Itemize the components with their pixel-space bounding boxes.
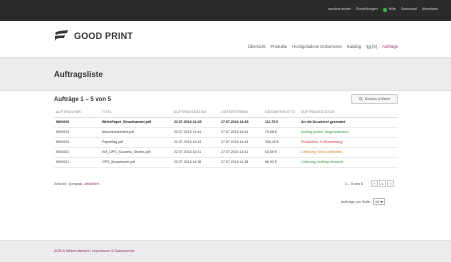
order-status: Lieferung: Wird vorbereitet	[299, 147, 398, 158]
pagination-next-button[interactable]: ›	[387, 180, 394, 187]
table-row[interactable]: W00003 Paperflag.pdf 22.07.2016 14:43 27…	[54, 137, 398, 148]
top-bar: caroline.winter Einstellungen Hilfe Down…	[0, 0, 451, 21]
delivery-date: 27.07.2016 14:38	[219, 157, 263, 168]
nav-products[interactable]: Produkte	[270, 44, 287, 49]
cart-icon	[366, 44, 372, 49]
brand-name: GOOD PRINT	[74, 30, 134, 41]
delivery-date: 27.07.2016 14:44	[219, 127, 263, 138]
brand-logo[interactable]: GOOD PRINT	[54, 30, 133, 41]
nav-catalog[interactable]: Katalog	[347, 44, 361, 49]
search-filter-button[interactable]: Suchen & filtern	[351, 94, 398, 104]
view-toggle: Ansicht: kompakt detailliert	[54, 182, 99, 186]
logout-link[interactable]: Abmelden	[422, 6, 438, 13]
order-total: 336,40 €	[263, 137, 299, 148]
help-link[interactable]: Hilfe	[382, 6, 396, 13]
table-row[interactable]: W00005 WhitePaper_Einzelhandel.pdf 22.07…	[54, 117, 398, 128]
per-page-value: 10	[374, 199, 379, 204]
order-no[interactable]: W00002	[54, 147, 100, 158]
column-header-delivery-date[interactable]: LIEFERTERMIN	[219, 108, 263, 118]
order-status: Auftrag prüfen: Abgeschlossen	[299, 127, 398, 138]
delivery-date: 27.07.2016 14:43	[219, 137, 263, 148]
footer-links: AGB & Widerrufsrecht | Impressum & Daten…	[54, 249, 134, 253]
settings-link[interactable]: Einstellungen	[356, 6, 378, 13]
order-no[interactable]: W00003	[54, 137, 100, 148]
search-icon	[358, 97, 363, 101]
pagination-info: 1 – 5 von 5	[345, 182, 363, 186]
order-no[interactable]: W00005	[54, 117, 100, 128]
page-title: Auftragsliste	[54, 70, 103, 79]
nav-uploaded-docs[interactable]: Hochgeladene Dokumente	[292, 44, 342, 49]
footer-terms-link[interactable]: AGB & Widerrufsrecht	[54, 249, 89, 253]
download-link[interactable]: Download	[401, 6, 417, 13]
table-row[interactable]: W00002 KM_OPS_Success_Stories.pdf 22.07.…	[54, 147, 398, 158]
order-total: 79,68 €	[263, 127, 299, 138]
order-date: 22.07.2016 14:38	[172, 157, 219, 168]
order-total: 111,75 €	[263, 117, 299, 128]
nav-overview[interactable]: Übersicht	[248, 44, 266, 49]
main-nav: Übersicht Produkte Hochgeladene Dokument…	[248, 44, 398, 49]
chevron-down-icon	[379, 200, 383, 203]
search-filter-label: Suchen & filtern	[364, 97, 391, 101]
help-icon	[382, 7, 387, 12]
order-title: KM_OPS_Success_Stories.pdf	[100, 147, 172, 158]
logo-icon	[55, 30, 68, 41]
orders-table: AUFTRAGSNR. TITEL AUFTRAGSDATUM LIEFERTE…	[54, 108, 398, 168]
delivery-date: 27.07.2016 14:45	[219, 117, 263, 128]
pagination-prev-button[interactable]: ‹	[371, 180, 378, 187]
footer: AGB & Widerrufsrecht | Impressum & Daten…	[0, 240, 451, 262]
column-header-order-date[interactable]: AUFTRAGSDATUM	[172, 108, 219, 118]
order-total: 86,90 €	[263, 157, 299, 168]
order-title: Paperflag.pdf	[100, 137, 172, 148]
help-label: Hilfe	[388, 7, 396, 11]
footer-imprint-link[interactable]: Impressum & Datenschutz	[92, 249, 134, 253]
order-date: 22.07.2016 14:43	[172, 137, 219, 148]
column-header-title[interactable]: TITEL	[100, 108, 172, 118]
order-status: Produktion: In Bearbeitung	[299, 137, 398, 148]
pagination-page-button[interactable]: 1	[379, 180, 386, 187]
column-header-order-no[interactable]: AUFTRAGSNR.	[54, 108, 100, 118]
order-status: Lieferung: Auftrag versandt	[299, 157, 398, 168]
per-page-select[interactable]: 10	[372, 198, 385, 205]
username-link[interactable]: caroline.winter	[328, 6, 351, 13]
orders-count-title: Aufträge 1 – 5 von 5	[54, 97, 112, 103]
table-header-row: AUFTRAGSNR. TITEL AUFTRAGSDATUM LIEFERTE…	[54, 108, 398, 118]
order-total: 63,65 €	[263, 147, 299, 158]
view-label: Ansicht:	[54, 182, 67, 186]
column-header-total[interactable]: GESAMTBRUTTO	[263, 108, 299, 118]
nav-cart[interactable]: (0)	[366, 44, 377, 49]
order-date: 22.07.2016 14:41	[172, 147, 219, 158]
view-compact[interactable]: kompakt	[69, 182, 83, 186]
page-header-band: Auftragsliste	[0, 57, 451, 91]
order-date: 22.07.2016 14:44	[172, 127, 219, 138]
per-page-control: Aufträge pro Seite: 10	[341, 198, 385, 205]
cart-count: (0)	[372, 44, 378, 49]
table-row[interactable]: W00001 OPS_Broschuere.pdf 22.07.2016 14:…	[54, 157, 398, 168]
pagination: ‹ 1 ›	[371, 180, 394, 187]
order-no[interactable]: W00004	[54, 127, 100, 138]
order-title: OPS_Broschuere.pdf	[100, 157, 172, 168]
nav-orders[interactable]: Aufträge	[382, 44, 398, 49]
table-row[interactable]: W00004 Abschlussbericht.pdf 22.07.2016 1…	[54, 127, 398, 138]
delivery-date: 27.07.2016 14:41	[219, 147, 263, 158]
order-title: WhitePaper_Einzelhandel.pdf	[100, 117, 172, 128]
order-date: 22.07.2016 14:45	[172, 117, 219, 128]
user-nav: caroline.winter Einstellungen Hilfe Down…	[328, 6, 438, 13]
order-status: An die Druckerei gesendet	[299, 117, 398, 128]
order-title: Abschlussbericht.pdf	[100, 127, 172, 138]
order-no[interactable]: W00001	[54, 157, 100, 168]
column-header-status[interactable]: AUFTRAGSSTATUS	[299, 108, 398, 118]
view-detailed[interactable]: detailliert	[84, 182, 98, 186]
per-page-label: Aufträge pro Seite:	[341, 199, 371, 204]
